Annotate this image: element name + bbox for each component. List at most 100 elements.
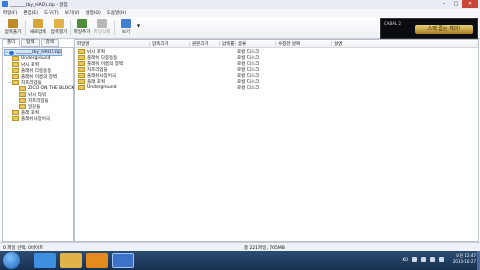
side-tabs: 폴더 탐색 검색 [2,39,70,47]
new-archive-button[interactable]: 새로압축 [28,19,48,35]
collapse-icon[interactable]: − [8,80,11,85]
toolbar-divider [25,20,26,35]
table-row[interactable]: 지프리업들 로컬 디스크 [75,66,478,73]
open-archive-icon [54,19,64,28]
toolbar-divider [114,20,115,35]
list-header: 파일명 압축크기 원본크기 압축률 종류 수정한 날짜 설명 [75,40,478,48]
open-archive-button[interactable]: 압축열기 [49,19,69,35]
menu-edit[interactable]: 편집(E) [20,10,41,16]
folder-icon [12,115,19,122]
column-header-ratio[interactable]: 압축률 [219,41,236,47]
folder-icon [12,79,19,86]
menu-help[interactable]: 도움말(H) [104,10,129,16]
delete-file-button[interactable]: 파일삭제 [92,19,112,35]
ie-icon[interactable] [34,253,56,268]
row-type: 로컬 디스크 [237,55,260,61]
view-icon [121,19,131,28]
row-name: 플래쉬사장어극 [78,72,116,79]
volume-icon[interactable] [430,257,435,262]
tree-item[interactable]: ZICO ON THE BLOCK [19,85,75,92]
folder-icon [78,78,85,85]
tree-item[interactable]: − 지프리업들 [8,79,42,86]
folder-icon [78,54,85,61]
system-tray [412,257,444,262]
maximize-button[interactable]: □ [450,0,462,8]
menu-view[interactable]: 보기(V) [62,10,83,16]
alzip-icon[interactable] [112,253,134,268]
tree-item-label: 플래쉬사장어극 [21,116,50,122]
delete-file-icon [97,19,107,28]
row-type: 로컬 디스크 [237,61,260,67]
menu-tools[interactable]: 도구(T) [41,10,62,16]
new-archive-label: 새로압축 [29,30,47,35]
add-file-icon [77,19,87,28]
row-name-text: 플래 포획 [87,79,105,85]
row-name: 낚시 포획 [78,48,105,55]
tab-folder[interactable]: 폴더 [2,39,21,47]
tree-item[interactable]: 플래 포획 [12,109,39,116]
tab-search[interactable]: 검색 [40,39,59,47]
clock[interactable]: 오전 12:47 2013-10-27 [453,253,476,265]
toolbar-divider [70,20,71,35]
start-button-icon[interactable] [3,252,20,269]
language-indicator[interactable]: KO [402,257,408,262]
explorer-icon[interactable] [60,253,82,268]
row-type: 로컬 디스크 [237,67,260,73]
row-type: 로컬 디스크 [237,73,260,79]
folder-icon [19,97,26,104]
table-row[interactable]: 플래쉬 이름의 장벽 로컬 디스크 [75,60,478,67]
tree-item-label: ZICO ON THE BLOCK [28,86,75,91]
minimize-button[interactable]: – [438,0,450,8]
tree-item[interactable]: 플래쉬사장어극 [12,115,50,122]
clock-date: 2013-10-27 [452,259,476,264]
column-header-name[interactable]: 파일명 [75,41,149,47]
menu-file[interactable]: 파일(F) [0,10,20,16]
add-file-button[interactable]: 파일추가 [72,19,92,35]
collapse-icon[interactable]: − [5,50,8,55]
tree-item[interactable]: 낚시 타워 [19,91,46,98]
table-row[interactable]: Underground 로컬 디스크 [75,84,478,91]
folder-icon [78,66,85,73]
window-controls: – □ ✕ [438,0,478,8]
folder-icon [78,48,85,55]
view-button[interactable]: 보기 [116,19,136,35]
tree-item[interactable]: 지프리업들 [19,97,49,104]
tree-item[interactable]: 플래쉬 다중등등 [12,67,51,74]
tree-item[interactable]: 낚시 포획 [12,61,39,68]
view-dropdown-arrow-icon[interactable]: ▼ [137,23,140,28]
tree-item-archive[interactable]: − _______(by_HAO).zip [4,49,62,56]
folder-icon [78,72,85,79]
column-header-modified[interactable]: 수정한 날짜 [275,41,328,47]
table-row[interactable]: 플래쉬 다중등등 로컬 디스크 [75,54,478,61]
column-header-type[interactable]: 종류 [235,41,266,47]
add-file-label: 파일추가 [73,30,91,35]
menu-settings[interactable]: 설정(O) [82,10,103,16]
open-archive-label: 압축열기 [50,30,68,35]
tree-item[interactable]: Underground [12,55,51,62]
table-row[interactable]: 낚시 포획 로컬 디스크 [75,48,478,55]
table-row[interactable]: 플래 포획 로컬 디스크 [75,78,478,85]
extract-button[interactable]: 압축풀기 [3,19,23,35]
tree-item[interactable]: 일꾼들 [19,103,40,110]
folder-icon [12,109,19,116]
column-header-packed-size[interactable]: 압축크기 [149,41,190,47]
window-title: _______(by_HAO).zip - 알집 [10,3,68,8]
row-type: 로컬 디스크 [237,85,260,91]
tray-arrow-icon[interactable] [412,257,417,262]
table-row[interactable]: 플래쉬사장어극 로컬 디스크 [75,72,478,79]
folder-icon [78,84,85,91]
tree-item[interactable]: 플래쉬 이름의 장벽 [12,73,57,80]
tree-item-label: Underground [21,56,51,61]
network-icon[interactable] [421,257,426,262]
alzip-app-icon [2,1,8,7]
close-button[interactable]: ✕ [462,0,478,8]
extract-label: 압축풀기 [4,30,22,35]
flag-icon[interactable] [439,257,444,262]
row-name: 플래 포획 [78,78,105,85]
media-player-icon[interactable] [86,253,108,268]
column-header-original-size[interactable]: 원본크기 [189,41,220,47]
tab-explore[interactable]: 탐색 [21,39,40,47]
column-header-description[interactable]: 설명 [331,41,374,47]
tree-item-label: 지프리업들 [21,80,42,86]
ad-banner[interactable]: CABAL 2 스펙 줍는 재미! [380,18,478,39]
